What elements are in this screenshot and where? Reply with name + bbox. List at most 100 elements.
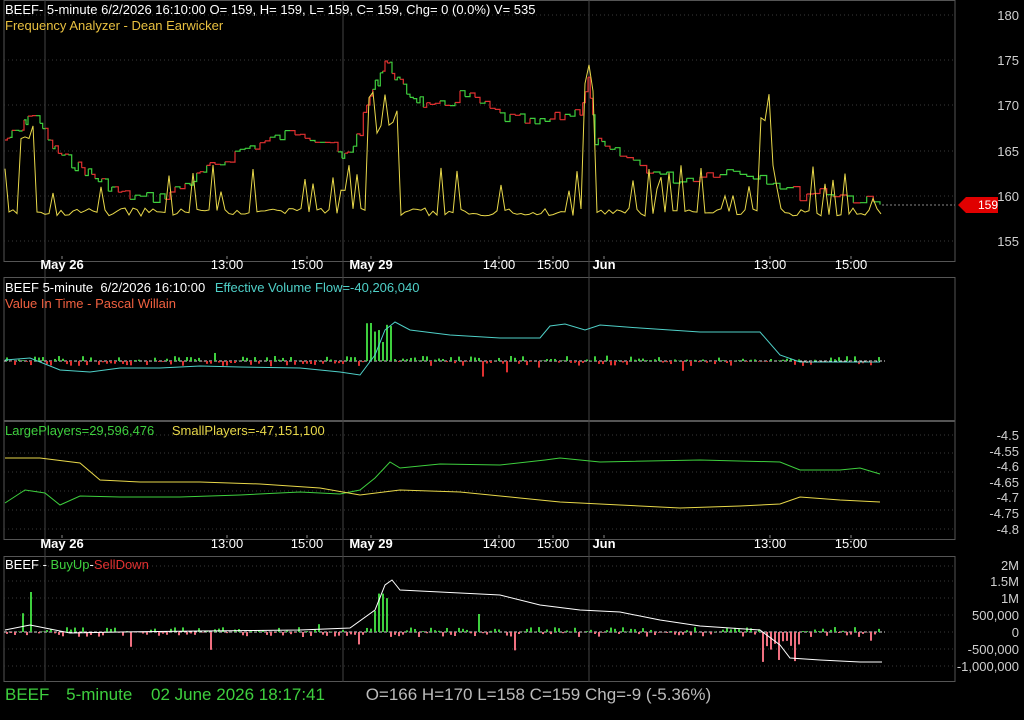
small-players-value: SmallPlayers=-47,151,100 [171, 423, 325, 438]
buysell-bar [830, 629, 832, 632]
volume-bar [6, 357, 8, 361]
price-step-segment-131 [250, 145, 256, 150]
buysell-axis-tick-1: 1.5M [990, 574, 1019, 589]
volume-bar [354, 357, 356, 361]
buysell-bar [202, 632, 204, 633]
volume-bar [798, 359, 800, 361]
buysell-bar [742, 632, 744, 637]
buysell-bar [638, 632, 640, 635]
price-step-segment-125 [235, 149, 241, 152]
price-step-segment-241 [460, 90, 466, 97]
buysell-bar [162, 632, 164, 634]
price-step-segment-197 [382, 61, 386, 72]
buysell-bar [442, 632, 444, 637]
buysell-bar [194, 632, 196, 635]
volume-bar [722, 360, 724, 361]
buysell-bar [646, 632, 648, 637]
volume-bar [526, 361, 528, 366]
volume-bar [162, 361, 164, 362]
price-step-segment-323 [653, 171, 661, 175]
volume-bar [170, 361, 172, 365]
volume-bar [486, 361, 488, 364]
price-step-segment-297 [590, 97, 594, 115]
price-step-segment-331 [680, 178, 688, 183]
buysell-bar [730, 629, 732, 632]
volume-bar [338, 361, 340, 364]
buysell-bar [270, 632, 272, 636]
price-step-segment-149 [295, 134, 301, 136]
volume-bar [698, 361, 700, 363]
buysell-bar [838, 632, 840, 634]
volume-bar [478, 357, 480, 361]
buysell-bar [702, 632, 704, 637]
volume-bar [582, 361, 584, 363]
chart-canvas[interactable]: May 26 13:00 15:00 May 29 14:00 15:00 Jun 13:00… [0, 0, 1024, 720]
buysell-bar [218, 628, 220, 632]
volume-bar [306, 361, 308, 364]
buysell-bar [586, 631, 588, 632]
buysell-bar [530, 627, 532, 632]
price-step-segment-171 [344, 152, 348, 154]
volume-bar [54, 358, 56, 361]
buysell-bar [142, 632, 144, 634]
buysell-bar [498, 629, 500, 632]
price-step-segment-211 [400, 78, 404, 85]
buysell-bar [634, 629, 636, 632]
volume-bar [538, 361, 540, 368]
volume-bar [846, 356, 848, 361]
volume-bar [278, 359, 280, 361]
volume-bar [782, 359, 784, 361]
volume-bar [606, 355, 608, 361]
price-step-segment-309 [610, 147, 616, 150]
volume-bar [770, 359, 772, 361]
price-step-segment-153 [305, 137, 311, 141]
volume-bar [410, 357, 412, 361]
price-step-segment-349 [740, 173, 748, 177]
price-step-segment-321 [646, 172, 654, 174]
time-axis-label-1-4: 14:00 [483, 536, 516, 551]
price-step-segment-315 [626, 157, 634, 161]
volume-flow-symbol: BEEF 5-minute 6/2/2026 16:10:00 [5, 280, 206, 295]
buysell-bar [434, 630, 436, 632]
buysell-bar [818, 631, 820, 632]
buysell-bar [810, 632, 812, 637]
price-step-segment-13 [22, 119, 25, 131]
volume-bar [206, 361, 208, 364]
volume-bar [82, 356, 84, 361]
volume-bar [146, 361, 148, 365]
price-step-segment-141 [275, 134, 281, 140]
price-step-segment-155 [310, 139, 316, 143]
volume-bar [42, 357, 44, 361]
price-step-segment-271 [535, 118, 541, 125]
volume-bar [226, 361, 228, 366]
price-step-segment-33 [50, 139, 54, 149]
volume-bar [274, 356, 276, 361]
buysell-bar [282, 632, 284, 636]
price-step-segment-279 [555, 111, 561, 120]
volume-bar [218, 361, 220, 363]
price-step-segment-139 [270, 135, 276, 138]
buysell-bar [542, 632, 544, 635]
volume-bar [414, 357, 416, 361]
volume-bar [14, 361, 16, 365]
buysell-bar [22, 613, 24, 632]
small-players-line [5, 457, 881, 509]
buysell-bar [782, 632, 784, 642]
buysell-bar [370, 628, 372, 632]
volume-bar [154, 357, 156, 361]
volume-bar [522, 356, 524, 361]
volume-bar [638, 358, 640, 361]
buysell-bar [618, 632, 620, 635]
price-step-segment-61 [95, 178, 99, 182]
buysell-bar [738, 629, 740, 632]
buysell-bar [630, 628, 632, 632]
volume-bar [26, 361, 28, 362]
buysell-bar [494, 628, 496, 632]
price-step-segment-237 [450, 102, 456, 107]
volume-bar [662, 361, 664, 363]
price-step-segment-229 [430, 103, 436, 105]
price-step-segment-53 [81, 167, 86, 176]
buysell-bar [654, 632, 656, 636]
buysell-bar [30, 592, 32, 632]
price-step-segment-77 [121, 190, 126, 192]
